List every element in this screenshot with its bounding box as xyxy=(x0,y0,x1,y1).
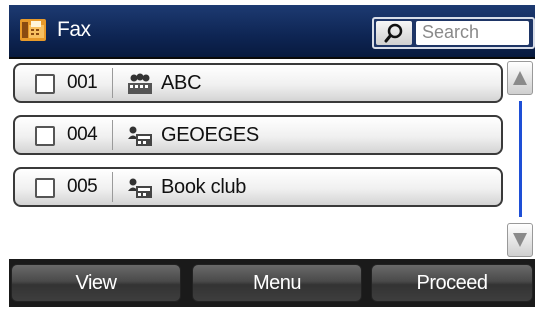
row-divider xyxy=(112,120,113,150)
page-title: Fax xyxy=(57,18,91,41)
contact-number: 004 xyxy=(67,124,98,145)
fax-icon xyxy=(20,19,46,41)
contact-name: Book club xyxy=(161,176,247,198)
arrow-down-icon xyxy=(513,233,527,247)
search-button[interactable] xyxy=(376,21,412,45)
menu-button[interactable]: Menu xyxy=(192,264,362,302)
header-bar: Fax Search xyxy=(9,5,535,59)
scroll-down-button[interactable] xyxy=(507,223,533,257)
search-input[interactable]: Search xyxy=(416,21,529,45)
contact-row-001[interactable]: 001 ABC xyxy=(13,63,503,103)
contact-name: ABC xyxy=(161,72,202,94)
contact-row-004[interactable]: 004 GEOEGES xyxy=(13,115,503,155)
contact-icon xyxy=(128,126,152,146)
contact-checkbox[interactable] xyxy=(35,126,55,146)
view-button[interactable]: View xyxy=(11,264,181,302)
scroll-thumb[interactable] xyxy=(519,101,522,217)
search-placeholder: Search xyxy=(422,22,480,42)
scroll-track[interactable] xyxy=(519,101,522,217)
contact-number: 005 xyxy=(67,176,98,197)
contact-number: 001 xyxy=(67,72,98,93)
fax-contacts-screen: Fax Search 001 ABC 004 GEOEGES 005 Book … xyxy=(9,5,535,307)
arrow-up-icon xyxy=(513,71,527,85)
contact-row-005[interactable]: 005 Book club xyxy=(13,167,503,207)
row-divider xyxy=(112,68,113,98)
contact-name: GEOEGES xyxy=(161,124,259,146)
group-icon xyxy=(128,73,152,94)
scrollbar[interactable] xyxy=(507,61,533,257)
search-icon xyxy=(384,23,403,43)
contact-list: 001 ABC 004 GEOEGES 005 Book club xyxy=(9,59,535,259)
action-bar: View Menu Proceed xyxy=(9,259,535,307)
search-box[interactable]: Search xyxy=(372,17,535,49)
scroll-up-button[interactable] xyxy=(507,61,533,95)
contact-icon xyxy=(128,178,152,198)
row-divider xyxy=(112,172,113,202)
contact-checkbox[interactable] xyxy=(35,74,55,94)
proceed-button[interactable]: Proceed xyxy=(371,264,533,302)
contact-checkbox[interactable] xyxy=(35,178,55,198)
